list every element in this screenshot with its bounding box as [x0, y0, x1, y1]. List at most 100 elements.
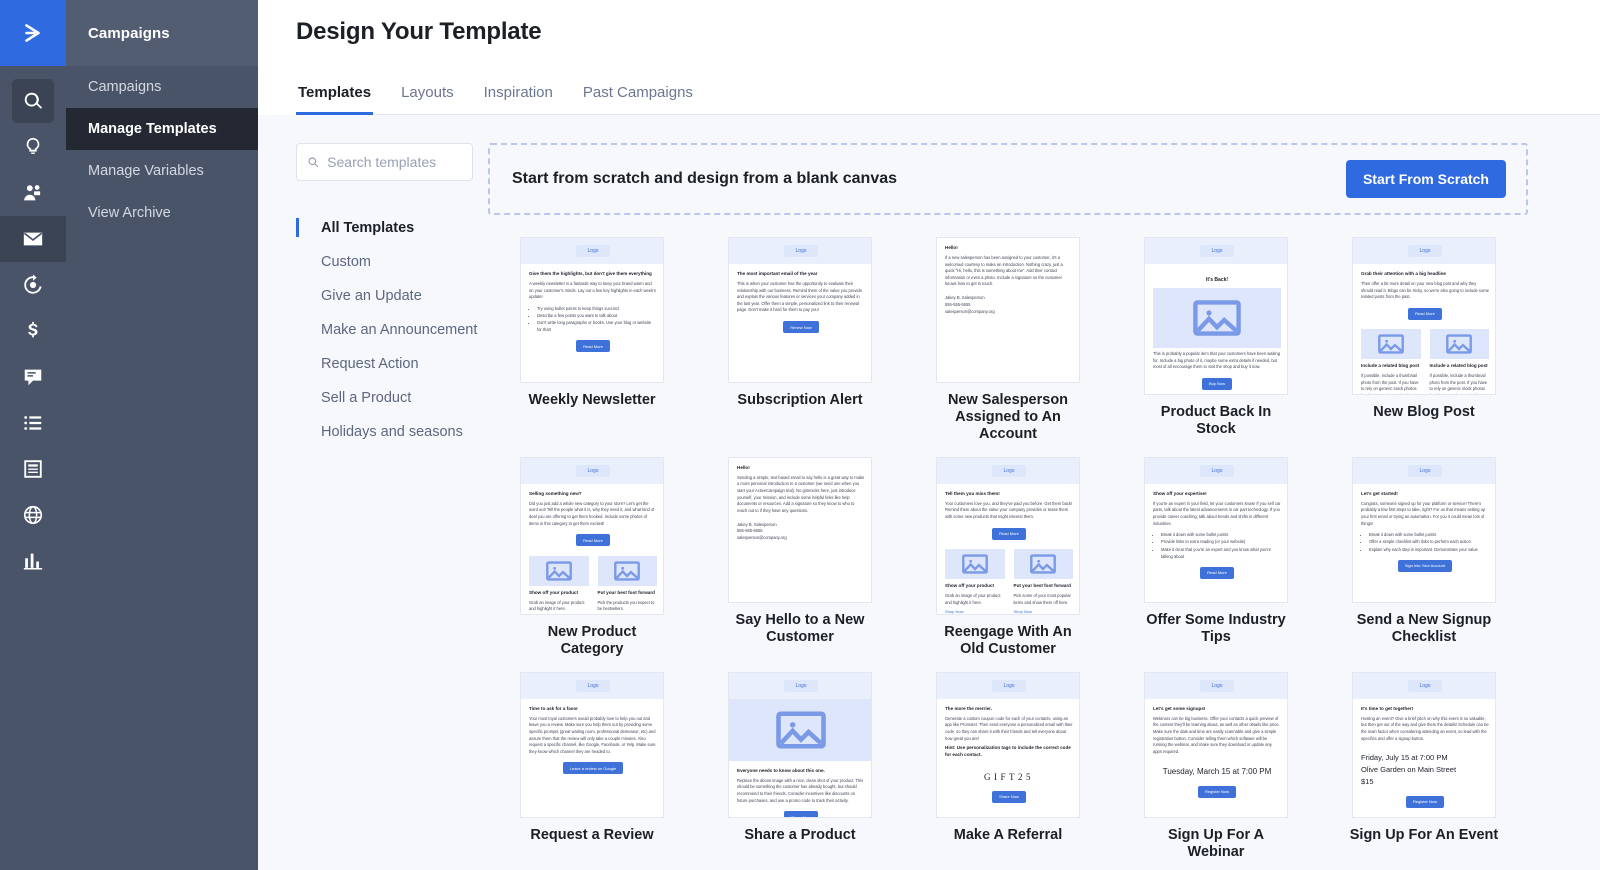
- template-cta-wrap: Read More: [1153, 560, 1281, 580]
- template-cta-button[interactable]: Leave a review on Google: [562, 762, 624, 775]
- sidebar-item-manage-variables[interactable]: Manage Variables: [66, 150, 258, 192]
- template-cta-button[interactable]: Register Now: [1197, 785, 1236, 798]
- category-custom[interactable]: Custom: [296, 245, 488, 279]
- template-cta-wrap: Register Now: [1361, 789, 1489, 809]
- template-card-say-hello-to-a-new-customer[interactable]: Hello! Sending a simple, text based email…: [696, 456, 904, 658]
- template-card-sign-up-for-an-event[interactable]: Logo It's time to get together! Hosting an…: [1320, 671, 1528, 861]
- template-thumbnail[interactable]: Logo Grab their attention with a big head…: [1352, 237, 1496, 395]
- rail-item-ideas[interactable]: [0, 124, 66, 170]
- sidebar-item-manage-templates[interactable]: Manage Templates: [66, 108, 258, 150]
- sidebar-item-view-archive[interactable]: View Archive: [66, 192, 258, 234]
- tab-past-campaigns[interactable]: Past Campaigns: [581, 78, 695, 115]
- category-make-an-announcement[interactable]: Make an Announcement: [296, 313, 488, 347]
- category-all-templates[interactable]: All Templates: [296, 211, 488, 245]
- template-cta-button[interactable]: Share Now: [784, 811, 818, 817]
- template-cta-button[interactable]: Sign Into Your Account: [1397, 559, 1453, 572]
- template-card-request-a-review[interactable]: Logo Time to ask for a favor Your most loy…: [488, 671, 696, 861]
- template-card-sign-up-for-a-webinar[interactable]: Logo Let's get some signups! Webinars can …: [1112, 671, 1320, 861]
- template-heading: Everyone needs to know about this one.: [737, 767, 825, 773]
- template-thumbnail[interactable]: Logo Everyone needs to know about this on…: [728, 671, 872, 818]
- template-body: Let's get some signups! Webinars can be b…: [1145, 699, 1287, 805]
- template-cta-button[interactable]: Buy Now: [1201, 377, 1232, 390]
- template-thumbnail[interactable]: Logo Selling something new? Did you just a…: [520, 456, 664, 615]
- template-cta-button[interactable]: Read More: [576, 340, 610, 353]
- template-card-label: New Blog Post: [1373, 404, 1475, 420]
- rail-item-pages[interactable]: [0, 446, 66, 492]
- rail-item-automations[interactable]: [0, 262, 66, 308]
- template-card-share-a-product[interactable]: Logo Everyone needs to know about this on…: [696, 671, 904, 861]
- template-thumbnail[interactable]: Logo Give them the highlights, but don't …: [520, 237, 664, 383]
- rail-item-conversations[interactable]: [0, 354, 66, 400]
- template-grid-area: Start from scratch and design from a bla…: [488, 143, 1600, 870]
- template-image-placeholder: [597, 555, 657, 586]
- template-thumbnail[interactable]: Logo Show off your expertise! If you're an…: [1144, 456, 1288, 603]
- template-cta-wrap: Read More: [529, 527, 657, 547]
- template-cta-wrap: Leave a review on Google: [529, 755, 657, 775]
- template-card-new-salesperson-assigned-to-an-account[interactable]: Hello! If a new salesperson has been assi…: [904, 237, 1112, 443]
- tab-inspiration[interactable]: Inspiration: [482, 78, 555, 115]
- template-column-link[interactable]: Shop Now: [945, 609, 1005, 614]
- app-logo[interactable]: [0, 0, 66, 66]
- template-thumbnail[interactable]: Logo It's Back! This is probably a popular…: [1144, 237, 1288, 395]
- template-thumbnail[interactable]: Logo Let's get started! Congrats, someone …: [1352, 456, 1496, 603]
- template-column-paragraph: Grab an image of your product and highli…: [945, 593, 1001, 605]
- template-bullet: Don't write long paragraphs or books. Us…: [537, 319, 657, 333]
- template-thumbnail[interactable]: Logo Let's get some signups! Webinars can …: [1144, 671, 1288, 818]
- tab-layouts[interactable]: Layouts: [399, 78, 456, 115]
- page-icon: [24, 460, 42, 478]
- category-request-action[interactable]: Request Action: [296, 347, 488, 381]
- template-card-product-back-in-stock[interactable]: Logo It's Back! This is probably a popular…: [1112, 237, 1320, 443]
- template-preview: Logo Let's get some signups! Webinars can …: [1145, 672, 1287, 805]
- template-cta-button[interactable]: Renew Now: [783, 321, 819, 334]
- template-card-offer-some-industry-tips[interactable]: Logo Show off your expertise! If you're an…: [1112, 456, 1320, 658]
- template-card-subscription-alert[interactable]: Logo The most important email of the year…: [696, 237, 904, 443]
- template-thumbnail[interactable]: Hello! Sending a simple, text based email…: [728, 456, 872, 603]
- category-holidays-and-seasons[interactable]: Holidays and seasons: [296, 415, 488, 449]
- category-sell-a-product[interactable]: Sell a Product: [296, 381, 488, 415]
- template-bullet-list: Break it down with some bullet pointsPro…: [1161, 531, 1281, 560]
- tab-templates[interactable]: Templates: [296, 78, 374, 115]
- template-cta-button[interactable]: Register Now: [1405, 795, 1444, 808]
- template-paragraph: If a new salesperson has been assigned t…: [945, 254, 1063, 287]
- sidebar-item-campaigns[interactable]: Campaigns: [66, 66, 258, 108]
- template-card-send-a-new-signup-checklist[interactable]: Logo Let's get started! Congrats, someone …: [1320, 456, 1528, 658]
- template-cta-button[interactable]: Read More: [1408, 307, 1442, 320]
- category-give-an-update[interactable]: Give an Update: [296, 279, 488, 313]
- template-thumbnail[interactable]: Logo The more the merrier. Generate a cust…: [936, 671, 1080, 818]
- template-cta-button[interactable]: Share Now: [992, 790, 1026, 803]
- template-cta-button[interactable]: Read More: [576, 534, 610, 547]
- template-cta-button[interactable]: Read More: [1200, 566, 1234, 579]
- template-thumbnail[interactable]: Logo Time to ask for a favor Your most loy…: [520, 671, 664, 818]
- rail-item-website[interactable]: [0, 492, 66, 538]
- rail-item-reports[interactable]: [0, 538, 66, 584]
- rail-item-campaigns[interactable]: [0, 216, 66, 262]
- template-thumbnail[interactable]: Logo The most important email of the year…: [728, 237, 872, 383]
- template-bullet: Break it down with some bullet points: [1369, 531, 1489, 538]
- rail-item-deals[interactable]: [0, 308, 66, 354]
- template-card-make-a-referral[interactable]: Logo The more the merrier. Generate a cust…: [904, 671, 1112, 861]
- template-logo-bar: Logo: [521, 457, 663, 484]
- template-column-paragraph: If possible, include a thumbnail photo f…: [1429, 373, 1488, 394]
- template-columns: Include a related blog post If possible, …: [1361, 329, 1489, 394]
- rail-item-contacts[interactable]: [0, 170, 66, 216]
- template-card-new-blog-post[interactable]: Logo Grab their attention with a big head…: [1320, 237, 1528, 443]
- template-card-new-product-category[interactable]: Logo Selling something new? Did you just a…: [488, 456, 696, 658]
- template-logo-label: Logo: [576, 679, 610, 692]
- template-column-link[interactable]: Shop Now: [1014, 609, 1074, 614]
- template-card-reengage-with-an-old-customer[interactable]: Logo Tell them you miss them! Your custome…: [904, 456, 1112, 658]
- template-thumbnail[interactable]: Logo It's time to get together! Hosting an…: [1352, 671, 1496, 818]
- template-heading: The most important email of the year: [737, 271, 818, 276]
- search-templates-box[interactable]: [296, 143, 473, 181]
- search-input[interactable]: [327, 154, 462, 170]
- template-card-grid: Logo Give them the highlights, but don't …: [488, 237, 1528, 870]
- template-body: Let's get started! Congrats, someone sign…: [1353, 484, 1495, 578]
- template-logo-bar: Logo: [1353, 457, 1495, 484]
- rail-item-lists[interactable]: [0, 400, 66, 446]
- template-card-weekly-newsletter[interactable]: Logo Give them the highlights, but don't …: [488, 237, 696, 443]
- template-thumbnail[interactable]: Hello! If a new salesperson has been assi…: [936, 237, 1080, 383]
- template-card-label: Reengage With An Old Customer: [944, 623, 1072, 657]
- template-cta-button[interactable]: Read More: [992, 527, 1026, 540]
- start-from-scratch-button[interactable]: Start From Scratch: [1345, 160, 1506, 198]
- template-thumbnail[interactable]: Logo Tell them you miss them! Your custome…: [936, 456, 1080, 615]
- rail-item-search[interactable]: [0, 78, 66, 124]
